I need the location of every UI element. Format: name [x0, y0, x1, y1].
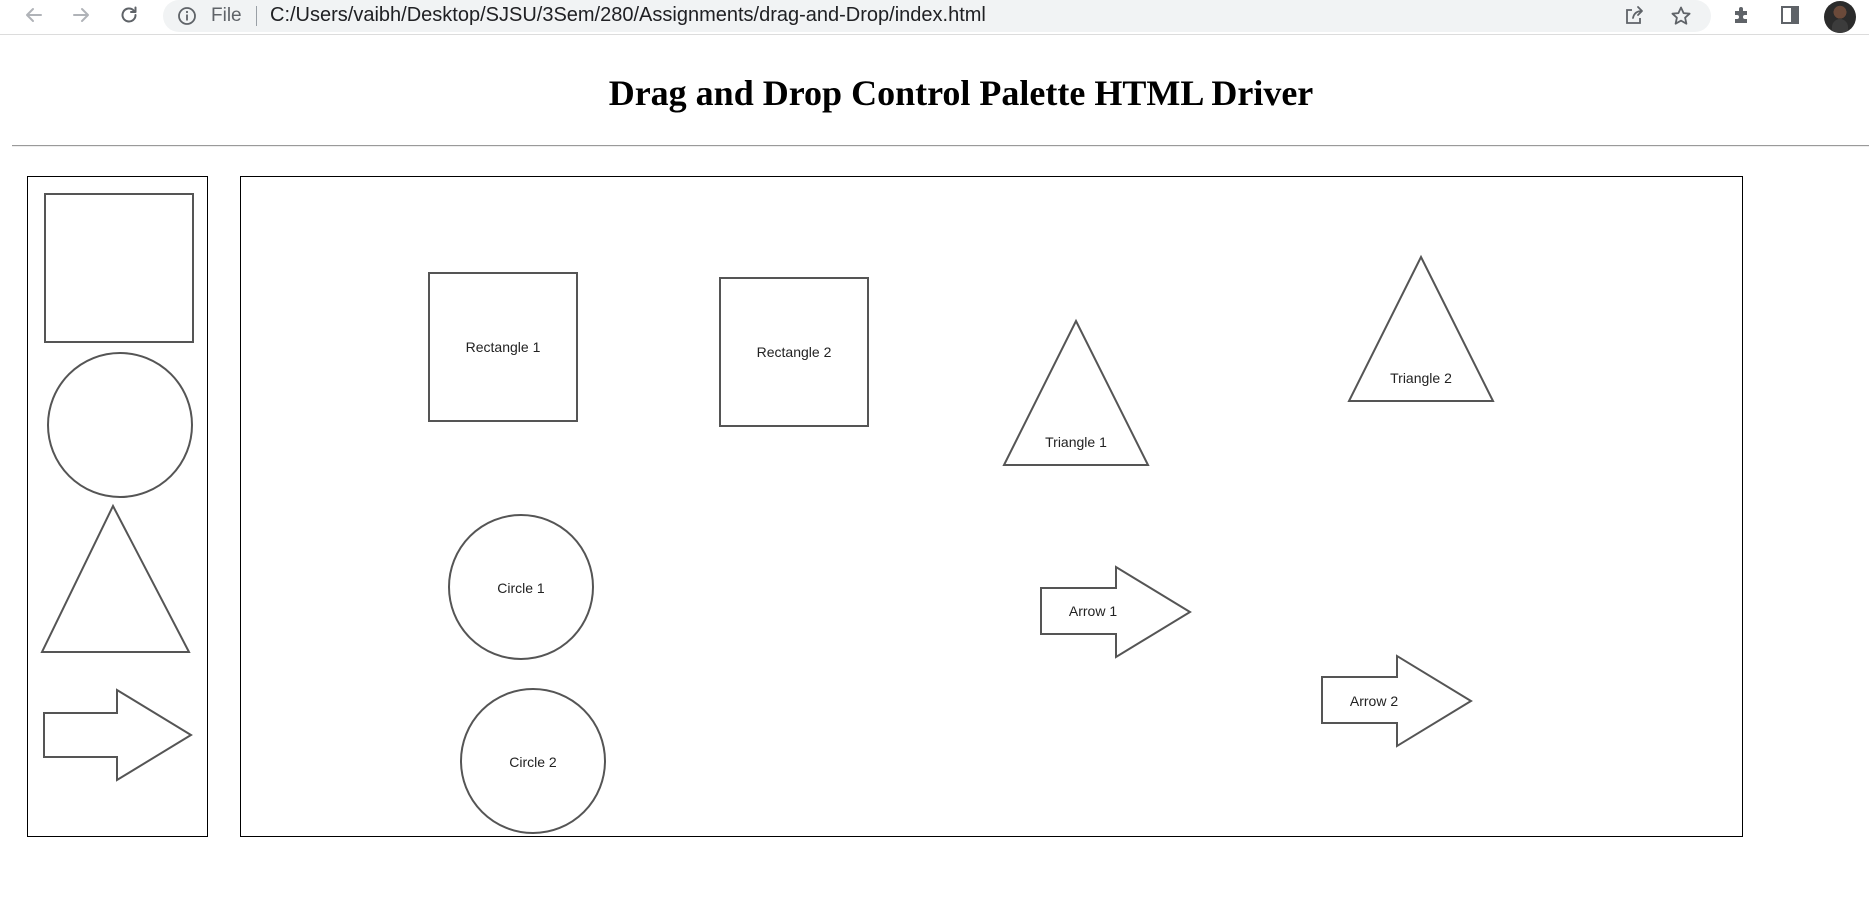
- avatar[interactable]: [1824, 1, 1856, 33]
- reload-icon: [118, 4, 140, 31]
- canvas-triangle[interactable]: Triangle 2: [1347, 254, 1495, 402]
- omnibox-separator: [256, 6, 257, 26]
- palette-rectangle[interactable]: [44, 193, 194, 343]
- control-palette: [27, 176, 208, 837]
- canvas-rectangle[interactable]: Rectangle 2: [719, 277, 869, 427]
- canvas-arrow[interactable]: Arrow 1: [1040, 565, 1192, 659]
- canvas-rectangle[interactable]: Rectangle 1: [428, 272, 578, 422]
- puzzle-icon: [1731, 4, 1753, 31]
- url-text[interactable]: C:/Users/vaibh/Desktop/SJSU/3Sem/280/Ass…: [270, 4, 986, 27]
- reload-button[interactable]: [115, 3, 143, 31]
- page-title: Drag and Drop Control Palette HTML Drive…: [608, 73, 1314, 113]
- canvas-circle[interactable]: Circle 1: [448, 514, 594, 660]
- side-panel-button[interactable]: [1776, 3, 1804, 31]
- extensions-button[interactable]: [1728, 3, 1756, 31]
- back-button[interactable]: [20, 3, 48, 31]
- drop-canvas[interactable]: Rectangle 1 Rectangle 2 Triangle 1 Trian…: [240, 176, 1743, 837]
- canvas-arrow[interactable]: Arrow 2: [1321, 654, 1473, 748]
- share-icon[interactable]: [1621, 3, 1647, 29]
- palette-arrow[interactable]: [43, 688, 193, 782]
- info-icon[interactable]: [177, 6, 197, 26]
- browser-toolbar: File C:/Users/vaibh/Desktop/SJSU/3Sem/28…: [0, 0, 1869, 35]
- scheme-label: File: [211, 5, 242, 26]
- canvas-triangle[interactable]: Triangle 1: [1002, 318, 1150, 466]
- side-panel-icon: [1779, 4, 1801, 31]
- star-icon[interactable]: [1668, 3, 1694, 29]
- palette-triangle[interactable]: [40, 503, 191, 653]
- forward-arrow-icon: [70, 4, 92, 31]
- palette-circle[interactable]: [47, 352, 193, 498]
- address-bar[interactable]: File C:/Users/vaibh/Desktop/SJSU/3Sem/28…: [163, 0, 1711, 32]
- canvas-circle[interactable]: Circle 2: [460, 688, 606, 834]
- back-arrow-icon: [23, 4, 45, 31]
- divider: [12, 145, 1869, 147]
- forward-button[interactable]: [67, 3, 95, 31]
